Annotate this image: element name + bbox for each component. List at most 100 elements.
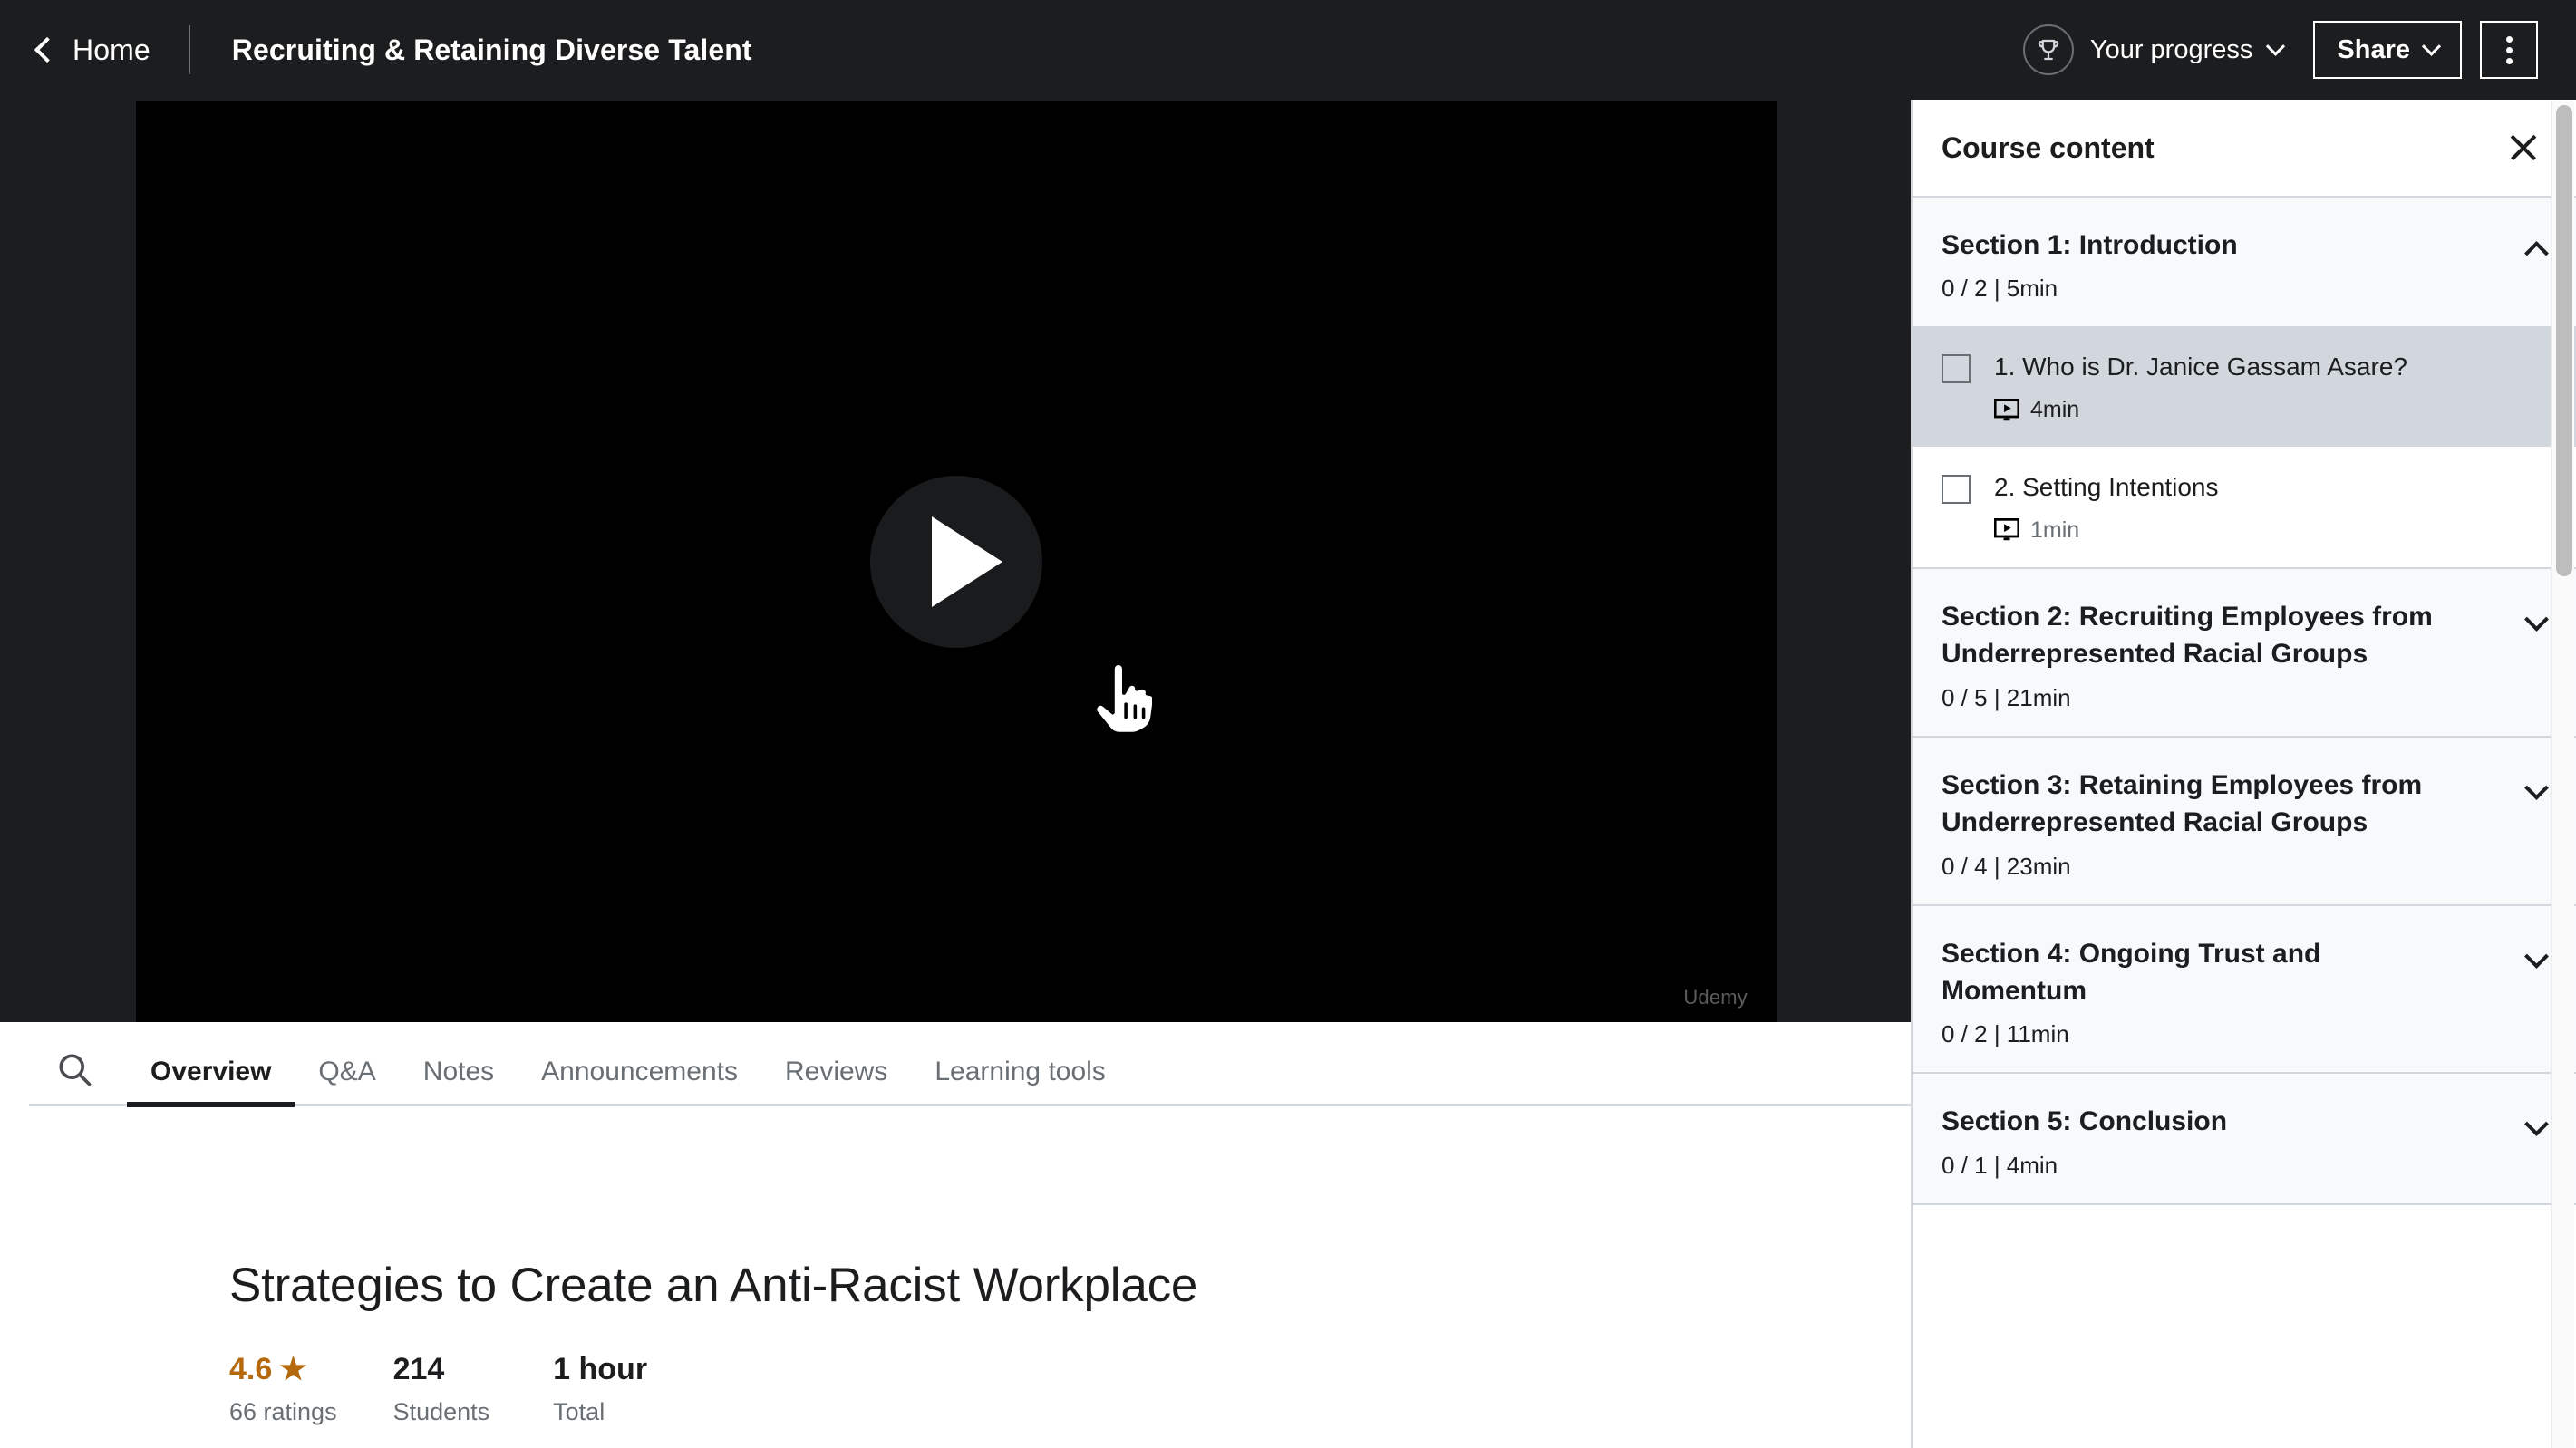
students-sublabel: Students <box>392 1397 490 1425</box>
share-button[interactable]: Share <box>2313 21 2462 79</box>
more-options-button[interactable] <box>2480 21 2538 79</box>
lecture-body: 1. Who is Dr. Janice Gassam Asare? 4min <box>1994 350 2545 423</box>
section-meta: 0 / 5 | 21min <box>1942 683 2071 711</box>
chevron-left-icon <box>34 36 61 63</box>
section-texts: Section 2: Recruiting Employees from Und… <box>1942 598 2517 712</box>
lecture-meta: 1min <box>1994 517 2545 544</box>
sidebar-title: Course content <box>1942 130 2155 164</box>
sidebar-section-1: Section 1: Introduction 0 / 2 | 5min 1. Wh… <box>1913 198 2576 569</box>
video-player-area: Udemy <box>0 100 1911 1022</box>
udemy-watermark: Udemy <box>1683 986 1748 1009</box>
search-icon[interactable] <box>54 1049 94 1089</box>
lecture-list: 1. Who is Dr. Janice Gassam Asare? 4min 2.… <box>1913 326 2576 567</box>
play-button[interactable] <box>870 476 1042 648</box>
video-stage[interactable]: Udemy <box>136 101 1777 1022</box>
more-options-icon <box>2505 35 2513 43</box>
section-texts: Section 4: Ongoing Trust and Momentum 0 /… <box>1942 935 2517 1049</box>
tab-reviews[interactable]: Reviews <box>761 1057 911 1105</box>
sidebar-header: Course content <box>1913 100 2576 198</box>
overview-panel: Strategies to Create an Anti-Racist Work… <box>0 1109 1911 1448</box>
video-icon <box>1994 398 2019 420</box>
sidebar-section-3: Section 3: Retaining Employees from Unde… <box>1913 737 2576 906</box>
rating-sublabel: 66 ratings <box>229 1397 337 1425</box>
header-divider <box>188 25 190 74</box>
section-title: Section 1: Introduction <box>1942 230 2238 260</box>
sections-list: Section 1: Introduction 0 / 2 | 5min 1. Wh… <box>1913 198 2576 1205</box>
chevron-down-icon <box>2524 775 2549 800</box>
rating-value: 4.6 <box>229 1352 273 1386</box>
section-header-1[interactable]: Section 1: Introduction 0 / 2 | 5min <box>1913 198 2576 326</box>
total-duration-sublabel: Total <box>553 1397 605 1425</box>
sidebar-scrollbar-thumb[interactable] <box>2556 105 2572 576</box>
lecture-title: 2. Setting Intentions <box>1994 473 2219 502</box>
section-meta: 0 / 2 | 5min <box>1942 275 2058 303</box>
share-label: Share <box>2337 34 2410 64</box>
tabs-underline <box>29 1104 1911 1106</box>
section-title: Section 3: Retaining Employees from Unde… <box>1942 769 2423 838</box>
home-label: Home <box>73 33 150 66</box>
lecture-checkbox[interactable] <box>1942 354 1971 384</box>
chevron-down-icon <box>2421 36 2442 56</box>
section-texts: Section 5: Conclusion 0 / 1 | 4min <box>1942 1103 2517 1179</box>
section-texts: Section 1: Introduction 0 / 2 | 5min <box>1942 227 2517 303</box>
your-progress-button[interactable]: Your progress <box>2022 24 2286 75</box>
header-actions: Your progress Share <box>2022 21 2538 79</box>
play-button-icon <box>932 516 1002 607</box>
section-title: Section 2: Recruiting Employees from Und… <box>1942 601 2433 670</box>
stat-students: 214 Students <box>393 1350 490 1426</box>
tab-list: Overview Q&A Notes Announcements Reviews… <box>127 1057 1129 1107</box>
rating-value-row: 4.6 ★ <box>229 1350 337 1389</box>
section-header-4[interactable]: Section 4: Ongoing Trust and Momentum 0 /… <box>1913 906 2576 1073</box>
lecture-duration: 4min <box>2030 397 2080 423</box>
chevron-down-icon <box>2524 607 2549 632</box>
chevron-down-icon <box>2524 1112 2549 1137</box>
video-icon <box>1994 518 2019 541</box>
section-header-2[interactable]: Section 2: Recruiting Employees from Und… <box>1913 569 2576 736</box>
page-title: Strategies to Create an Anti-Racist Work… <box>229 1259 1198 1312</box>
sidebar-section-2: Section 2: Recruiting Employees from Und… <box>1913 568 2576 738</box>
lecture-meta: 4min <box>1994 397 2545 423</box>
your-progress-label: Your progress <box>2089 34 2253 64</box>
course-player-page: Home Recruiting & Retaining Diverse Tale… <box>0 0 2576 1448</box>
section-header-3[interactable]: Section 3: Retaining Employees from Unde… <box>1913 738 2576 904</box>
course-content-sidebar: Course content Section 1: Introduction 0 … <box>1911 100 2576 1448</box>
more-options-icon <box>2505 57 2513 64</box>
section-meta: 0 / 2 | 11min <box>1942 1020 2069 1048</box>
stat-total-duration: 1 hour Total <box>553 1350 647 1426</box>
lecture-checkbox[interactable] <box>1942 475 1971 505</box>
sidebar-section-5: Section 5: Conclusion 0 / 1 | 4min <box>1913 1074 2576 1205</box>
section-meta: 0 / 4 | 23min <box>1942 852 2071 880</box>
sidebar-scrollbar[interactable] <box>2551 101 2574 1448</box>
lecture-duration: 1min <box>2030 516 2080 543</box>
sidebar-empty-space <box>1913 1204 2576 1448</box>
total-duration-value: 1 hour <box>553 1352 648 1386</box>
section-title: Section 5: Conclusion <box>1942 1106 2228 1137</box>
chevron-down-icon <box>2524 943 2549 969</box>
tab-learning-tools[interactable]: Learning tools <box>911 1057 1128 1105</box>
pointer-hand-cursor <box>1093 663 1152 736</box>
lecture-item[interactable]: 1. Who is Dr. Janice Gassam Asare? 4min <box>1913 326 2576 448</box>
course-stats: 4.6 ★ 66 ratings 214 Students 1 hour Tot… <box>229 1350 647 1426</box>
trophy-icon <box>2022 24 2074 75</box>
tab-overview[interactable]: Overview <box>127 1057 295 1107</box>
section-header-5[interactable]: Section 5: Conclusion 0 / 1 | 4min <box>1913 1074 2576 1202</box>
section-meta: 0 / 1 | 4min <box>1942 1151 2058 1179</box>
students-value: 214 <box>392 1352 445 1386</box>
content-tabs-bar: Overview Q&A Notes Announcements Reviews… <box>0 1022 1911 1107</box>
tab-qa[interactable]: Q&A <box>295 1057 399 1105</box>
lecture-item[interactable]: 2. Setting Intentions 1min <box>1913 447 2576 567</box>
close-icon[interactable] <box>2503 128 2543 168</box>
section-texts: Section 3: Retaining Employees from Unde… <box>1942 767 2517 881</box>
more-options-icon <box>2505 46 2513 53</box>
home-back-link[interactable]: Home <box>34 33 150 67</box>
chevron-up-icon <box>2524 241 2549 265</box>
tab-notes[interactable]: Notes <box>400 1057 518 1105</box>
stat-rating: 4.6 ★ 66 ratings <box>229 1350 337 1426</box>
section-title: Section 4: Ongoing Trust and Momentum <box>1942 938 2321 1006</box>
chevron-down-icon <box>2266 36 2286 56</box>
header-course-title: Recruiting & Retaining Diverse Talent <box>231 33 752 66</box>
star-icon: ★ <box>279 1352 307 1387</box>
lecture-body: 2. Setting Intentions 1min <box>1994 470 2545 544</box>
tab-announcements[interactable]: Announcements <box>518 1057 761 1105</box>
top-header: Home Recruiting & Retaining Diverse Tale… <box>0 0 2576 100</box>
